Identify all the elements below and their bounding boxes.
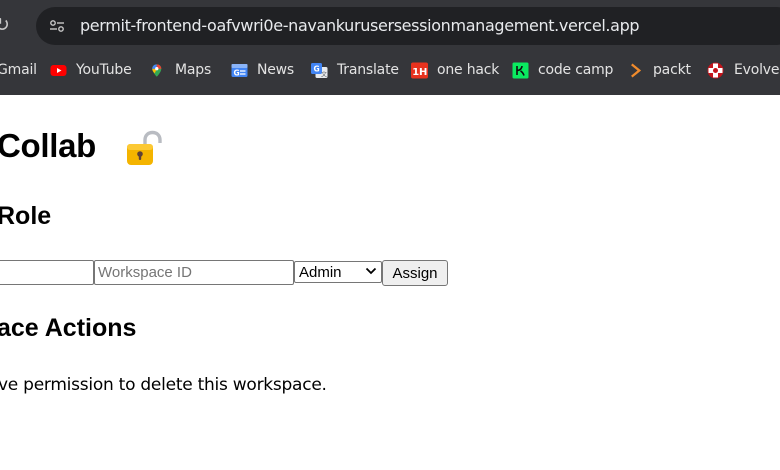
google-translate-icon: G 文 (311, 62, 328, 78)
permission-message: ve permission to delete this workspace. (0, 375, 327, 395)
address-bar[interactable]: permit-frontend-oafvwri0e-navankuruserse… (36, 7, 780, 45)
bookmark-label: one hack (437, 62, 500, 78)
packt-icon (631, 63, 642, 77)
page-title: Collab (0, 127, 97, 164)
user-id-input[interactable] (0, 260, 94, 285)
bookmark-label: Gmail (0, 62, 37, 78)
reload-icon[interactable]: ↻ (0, 13, 18, 37)
bookmark-packt[interactable]: packt (628, 55, 691, 85)
svg-text:G: G (314, 64, 320, 73)
maps-icon (152, 63, 162, 77)
bookmark-label: code camp (538, 62, 614, 78)
page-content: Collab Role Admin Assign ace Actions ve … (0, 95, 780, 470)
code-camp-icon (512, 62, 529, 78)
bookmarks-bar: Gmail YouTube Maps G News G 文 Translate … (0, 55, 780, 85)
bookmark-label: packt (653, 62, 691, 78)
role-heading: Role (0, 202, 52, 230)
workspace-actions-heading: ace Actions (0, 314, 137, 342)
svg-text:1H: 1H (412, 67, 427, 78)
bookmark-label: YouTube (76, 62, 132, 78)
bookmark-gmail[interactable]: Gmail (0, 55, 37, 85)
browser-chrome: ↻ permit-frontend-oafvwri0e-navankuruser… (0, 0, 780, 95)
svg-text:文: 文 (321, 70, 327, 78)
bookmark-code-camp[interactable]: code camp (512, 55, 613, 85)
bookmark-youtube[interactable]: YouTube (50, 55, 132, 85)
youtube-icon (50, 64, 67, 76)
url-text[interactable]: permit-frontend-oafvwri0e-navankuruserse… (80, 7, 640, 45)
bookmark-news[interactable]: G News (230, 55, 294, 85)
site-info-icon[interactable] (49, 18, 65, 34)
bookmark-evolve[interactable]: Evolve-l (706, 55, 780, 85)
bookmark-label: Evolve-l (734, 62, 780, 78)
bookmark-maps[interactable]: Maps (151, 55, 211, 85)
role-select[interactable]: Admin (294, 261, 382, 283)
google-news-icon: G (231, 63, 248, 77)
bookmark-one-hack[interactable]: 1H one hack (410, 55, 499, 85)
bookmark-label: Maps (175, 62, 212, 78)
bookmark-label: News (257, 62, 295, 78)
evolve-icon (707, 62, 724, 78)
one-hack-icon: 1H (411, 62, 428, 78)
workspace-id-input[interactable] (94, 260, 294, 285)
assign-button[interactable]: Assign (382, 260, 448, 286)
svg-text:G: G (234, 68, 240, 77)
bookmark-label: Translate (337, 62, 399, 78)
lock-icon (127, 130, 162, 165)
bookmark-translate[interactable]: G 文 Translate (310, 55, 399, 85)
